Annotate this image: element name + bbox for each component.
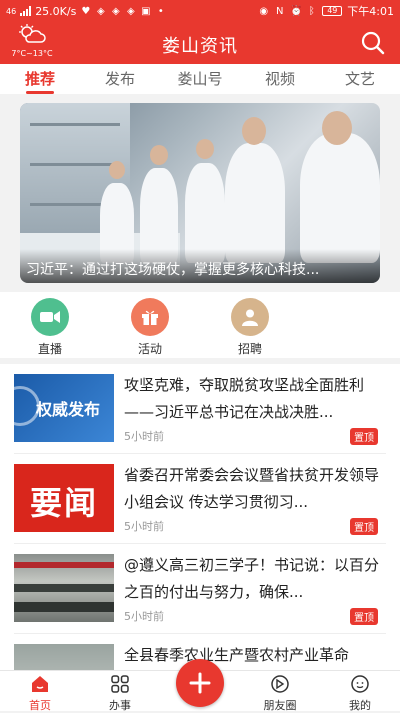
pinned-badge: 置顶 — [350, 518, 378, 535]
battery-icon: 49 — [322, 6, 343, 16]
bottom-navigation: 首页 办事 朋友圈 我的 — [0, 659, 400, 712]
news-title: 攻坚克难，夺取脱贫攻坚战全面胜利——习近平总书记在决战决胜... — [124, 376, 365, 421]
app-notification-icon: ◈ — [126, 5, 135, 17]
tab-loushan-hao[interactable]: 娄山号 — [160, 65, 240, 93]
more-notifications-icon: • — [157, 5, 164, 17]
news-list: 权威发布 攻坚克难，夺取脱贫攻坚战全面胜利——习近平总书记在决战决胜... 5小… — [0, 364, 400, 670]
video-camera-icon — [31, 298, 69, 336]
thumbnail-label: 权威发布 — [36, 400, 101, 419]
grid-icon — [111, 675, 129, 693]
tab-recommend[interactable]: 推荐 — [0, 65, 80, 94]
nav-profile[interactable]: 我的 — [320, 671, 400, 712]
quick-link-activity[interactable]: 活动 — [120, 298, 180, 357]
pinned-badge: 置顶 — [350, 428, 378, 445]
nav-moments[interactable]: 朋友圈 — [240, 671, 320, 712]
tab-publish[interactable]: 发布 — [80, 65, 160, 93]
news-thumbnail: 要闻 — [14, 464, 114, 532]
nav-publish[interactable] — [160, 659, 240, 711]
quick-link-label: 活动 — [137, 342, 162, 356]
thumbnail-label: 要闻 — [29, 484, 98, 522]
news-item[interactable]: @遵义高三初三学子！书记说：以百分之百的付出与努力，确保... 5小时前 置顶 — [0, 544, 400, 634]
news-item[interactable]: 要闻 省委召开常委会会议暨省扶贫开发领导小组会议 传达学习贯彻习... 5小时前… — [0, 454, 400, 544]
tab-video[interactable]: 视频 — [240, 65, 320, 93]
moments-icon — [271, 675, 289, 693]
news-time: 5小时前 — [124, 610, 164, 623]
pinned-badge: 置顶 — [350, 608, 378, 625]
app-notification-icon: ◈ — [96, 5, 105, 17]
status-bar: 46 25.0K/s ♥ ◈ ◈ ◈ ▣ • ◉ N ⏰ ᛒ 49 下午4:01 — [0, 0, 400, 22]
app-header: 7°C~13°C 娄山资讯 — [0, 22, 400, 64]
news-thumbnail — [14, 554, 114, 622]
category-tabs: 推荐 发布 娄山号 视频 文艺 — [0, 64, 400, 94]
profile-icon — [351, 675, 369, 693]
person-icon — [231, 298, 269, 336]
nfc-icon: N — [276, 5, 284, 17]
news-thumbnail — [14, 644, 114, 670]
shield-app-icon: ▣ — [141, 5, 151, 17]
eye-icon: ◉ — [259, 5, 269, 17]
news-title: 全县春季农业生产暨农村产业革命 — [124, 646, 350, 664]
banner-carousel[interactable]: 习近平：通过打这场硬仗，掌握更多核心科技... — [20, 103, 380, 283]
news-thumbnail: 权威发布 — [14, 374, 114, 442]
tab-arts[interactable]: 文艺 — [320, 65, 400, 93]
home-icon — [32, 676, 48, 692]
quick-link-recruit[interactable]: 招聘 — [220, 298, 280, 357]
banner-caption: 习近平：通过打这场硬仗，掌握更多核心科技... — [20, 249, 380, 283]
network-speed: 25.0K/s — [35, 4, 77, 18]
news-time: 5小时前 — [124, 520, 164, 533]
nav-home[interactable]: 首页 — [0, 671, 80, 712]
plus-icon[interactable] — [176, 659, 224, 707]
quick-link-live[interactable]: 直播 — [20, 298, 80, 357]
nav-services[interactable]: 办事 — [80, 671, 160, 712]
quick-links: 直播 活动 招聘 — [0, 292, 400, 358]
quick-link-label: 直播 — [37, 342, 62, 356]
news-item[interactable]: 权威发布 攻坚克难，夺取脱贫攻坚战全面胜利——习近平总书记在决战决胜... 5小… — [0, 364, 400, 454]
news-time: 5小时前 — [124, 430, 164, 443]
network-type: 46 — [6, 6, 17, 16]
bluetooth-icon: ᛒ — [308, 5, 315, 17]
app-notification-icon: ◈ — [111, 5, 120, 17]
news-title: @遵义高三初三学子！书记说：以百分之百的付出与努力，确保... — [124, 556, 380, 601]
signal-icon — [20, 6, 32, 16]
search-icon[interactable] — [360, 30, 386, 56]
news-title: 省委召开常委会会议暨省扶贫开发领导小组会议 传达学习贯彻习... — [124, 466, 380, 511]
heart-app-icon: ♥ — [81, 5, 91, 17]
alarm-icon: ⏰ — [290, 5, 303, 17]
quick-link-label: 招聘 — [237, 342, 262, 356]
clock: 下午4:01 — [347, 5, 394, 18]
gift-icon — [131, 298, 169, 336]
app-title: 娄山资讯 — [162, 36, 238, 57]
